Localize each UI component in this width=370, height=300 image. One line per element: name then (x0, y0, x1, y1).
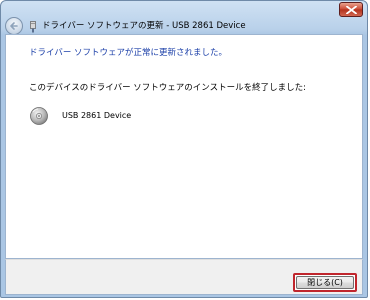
close-button-label: 閉じる(C) (296, 276, 354, 289)
title-bar: ドライバー ソフトウェアの更新 - USB 2861 Device (1, 1, 367, 35)
window-close-button[interactable] (339, 2, 363, 17)
dialog-window: ドライバー ソフトウェアの更新 - USB 2861 Device ドライバー … (0, 0, 368, 298)
status-message: このデバイスのドライバー ソフトウェアのインストールを終了しました: (29, 83, 306, 93)
close-button[interactable]: 閉じる(C) (293, 273, 357, 292)
button-bar: 閉じる(C) (5, 259, 363, 295)
content-panel: ドライバー ソフトウェアが正常に更新されました。 このデバイスのドライバー ソフ… (5, 34, 363, 259)
disc-drive-icon (30, 107, 48, 125)
window-title: ドライバー ソフトウェアの更新 - USB 2861 Device (42, 21, 246, 31)
back-button[interactable] (5, 17, 23, 35)
back-arrow-icon (10, 22, 18, 30)
usb-device-icon (30, 21, 36, 33)
close-icon (346, 6, 357, 14)
device-name: USB 2861 Device (62, 111, 132, 120)
status-heading: ドライバー ソフトウェアが正常に更新されました。 (29, 48, 228, 58)
